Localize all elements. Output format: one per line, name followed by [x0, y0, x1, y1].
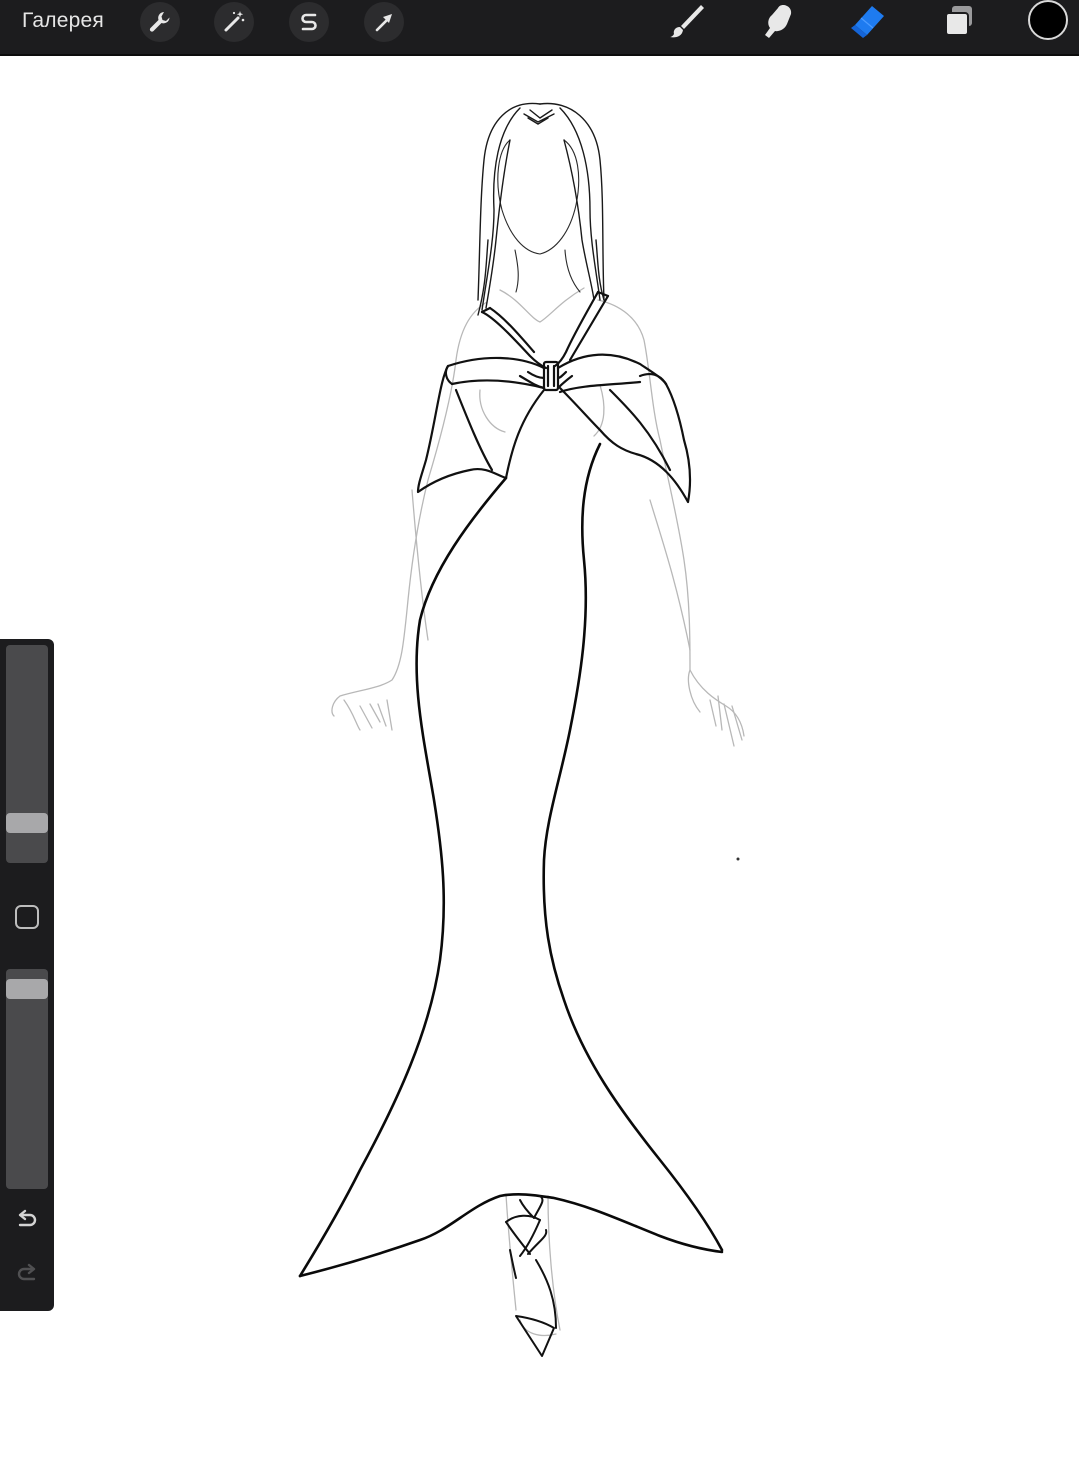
brush-size-thumb[interactable] [6, 813, 48, 833]
top-toolbar: Галерея [0, 0, 1079, 56]
color-picker-button[interactable] [1028, 0, 1068, 40]
transform-button[interactable] [364, 2, 404, 42]
fashion-sketch [298, 102, 745, 1357]
selection-s-icon [296, 9, 322, 35]
brush-icon [667, 2, 707, 40]
undo-arrow-icon [14, 1209, 40, 1238]
eraser-icon [847, 2, 887, 40]
brush-tool-button[interactable] [664, 0, 710, 42]
opacity-thumb[interactable] [6, 979, 48, 999]
layers-button[interactable] [936, 0, 982, 42]
figure-guide-lines [331, 287, 745, 1337]
smudge-tool-button[interactable] [754, 0, 800, 42]
brush-size-slider[interactable] [6, 645, 48, 863]
stray-dot [736, 857, 740, 861]
redo-button[interactable] [11, 1262, 43, 1292]
face-outline [497, 139, 581, 293]
actions-button[interactable] [140, 2, 180, 42]
dress-silhouette [298, 442, 724, 1278]
redo-arrow-icon [14, 1263, 40, 1292]
gallery-button[interactable]: Галерея [22, 9, 104, 33]
undo-button[interactable] [11, 1208, 43, 1238]
selection-button[interactable] [289, 2, 329, 42]
arrow-cursor-icon [371, 9, 397, 35]
layers-icon [939, 2, 979, 40]
left-sidebar [0, 639, 54, 1311]
wrench-icon [147, 9, 173, 35]
magic-wand-icon [221, 9, 247, 35]
hair-strokes [477, 102, 605, 316]
procreate-app: Галерея [0, 0, 1079, 1472]
opacity-slider[interactable] [6, 969, 48, 1189]
drawing-canvas[interactable] [0, 56, 1079, 1472]
modify-button[interactable] [15, 905, 39, 929]
adjustments-button[interactable] [214, 2, 254, 42]
eraser-tool-button[interactable] [844, 0, 890, 42]
smudge-finger-icon [757, 2, 797, 40]
